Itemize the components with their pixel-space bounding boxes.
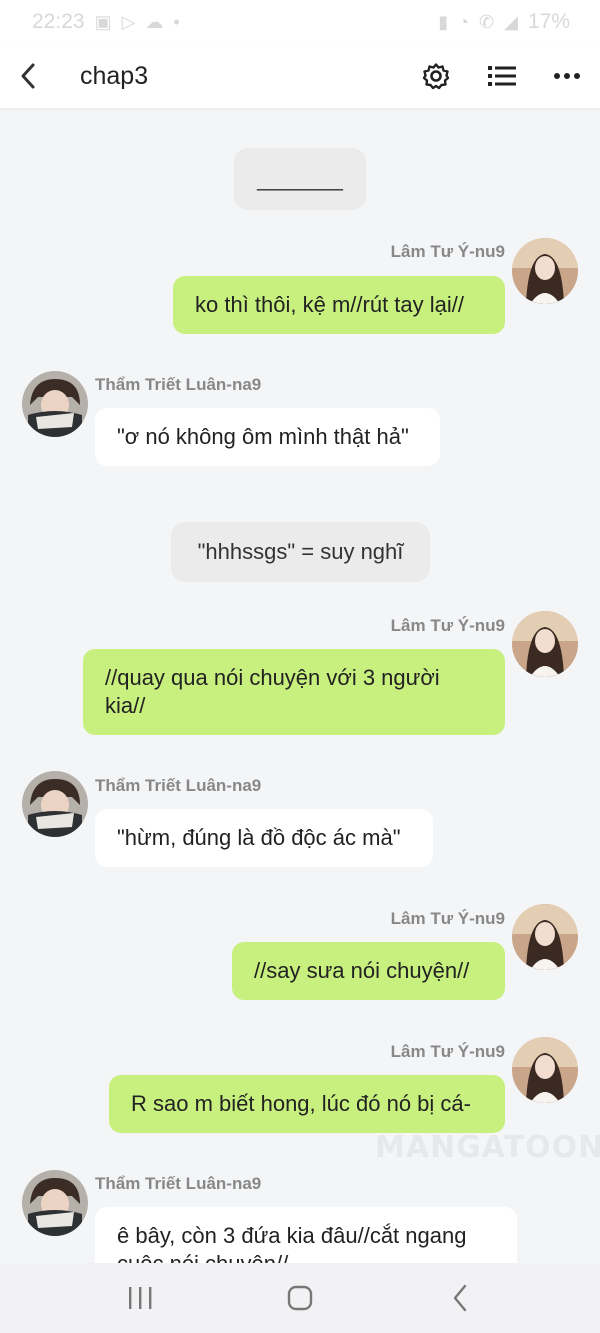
dot-icon: • bbox=[173, 11, 180, 32]
cloud-icon: ☁ bbox=[145, 11, 164, 32]
back-arrow-icon bbox=[21, 63, 35, 89]
top-bar: chap3 bbox=[0, 44, 600, 108]
message-bubble: "ơ nó không ôm mình thật hả" bbox=[95, 408, 440, 466]
wifi-icon: ◔ bbox=[458, 11, 470, 32]
page-title: chap3 bbox=[80, 62, 149, 90]
status-time: 22:23 bbox=[32, 10, 85, 33]
boy-avatar-icon bbox=[22, 371, 88, 437]
sender-name: Thẩm Triết Luân-na9 bbox=[95, 776, 262, 795]
system-back-button[interactable] bbox=[430, 1268, 490, 1328]
home-icon bbox=[287, 1285, 313, 1311]
back-chevron-icon bbox=[453, 1284, 467, 1312]
list-icon bbox=[488, 66, 516, 86]
message-text: "hừm, đúng là đồ độc ác mà" bbox=[117, 825, 401, 850]
play-icon: ▷ bbox=[121, 11, 136, 32]
avatar[interactable] bbox=[22, 371, 88, 437]
message-bubble: ko thì thôi, kệ m//rút tay lại// bbox=[173, 276, 505, 334]
girl-avatar-icon bbox=[512, 904, 578, 970]
status-left: 22:23 ▣ ▷ ☁ • bbox=[32, 10, 180, 34]
sender-name: Lâm Tư Ý-nu9 bbox=[390, 1042, 505, 1061]
status-right: ▮ ◔ ✆ ◢ 17% bbox=[438, 10, 570, 34]
avatar[interactable] bbox=[512, 904, 578, 970]
avatar[interactable] bbox=[22, 1170, 88, 1236]
watermark: MANGATOON bbox=[375, 1130, 600, 1165]
settings-button[interactable] bbox=[418, 58, 454, 94]
recent-apps-button[interactable] bbox=[110, 1268, 170, 1328]
narration-text: _______ bbox=[257, 166, 343, 191]
message-bubble: ê bây, còn 3 đứa kia đâu//cắt ngang cuộc… bbox=[95, 1207, 517, 1263]
boy-avatar-icon bbox=[22, 771, 88, 837]
gear-icon bbox=[422, 63, 450, 90]
message-text: ko thì thôi, kệ m//rút tay lại// bbox=[195, 292, 464, 317]
message-text: //quay qua nói chuyện với 3 người kia// bbox=[105, 665, 440, 718]
more-button[interactable] bbox=[549, 58, 585, 94]
chat-area[interactable]: _______ Lâm Tư Ý-nu9 ko thì thôi, kệ m//… bbox=[0, 108, 600, 1263]
message-bubble: //say sưa nói chuyện// bbox=[232, 942, 505, 1000]
girl-avatar-icon bbox=[512, 611, 578, 677]
home-button[interactable] bbox=[270, 1268, 330, 1328]
more-dots-icon bbox=[554, 73, 580, 79]
girl-avatar-icon bbox=[512, 238, 578, 304]
call-icon: ✆ bbox=[479, 11, 495, 32]
recent-apps-icon bbox=[129, 1287, 152, 1309]
message-text: ê bây, còn 3 đứa kia đâu//cắt ngang cuộc… bbox=[117, 1223, 467, 1263]
message-text: //say sưa nói chuyện// bbox=[254, 958, 470, 983]
message-bubble: R sao m biết hong, lúc đó nó bị cá- bbox=[109, 1075, 505, 1133]
chapter-list-button[interactable] bbox=[484, 58, 520, 94]
avatar[interactable] bbox=[512, 611, 578, 677]
battery-level: 17% bbox=[527, 10, 570, 33]
message-text: "ơ nó không ôm mình thật hả" bbox=[117, 424, 409, 449]
avatar[interactable] bbox=[512, 1037, 578, 1103]
narration-bubble: _______ bbox=[234, 148, 366, 210]
sender-name: Thẩm Triết Luân-na9 bbox=[95, 1174, 262, 1193]
lock-icon: ▮ bbox=[438, 11, 449, 32]
sender-name: Thẩm Triết Luân-na9 bbox=[95, 375, 262, 394]
sender-name: Lâm Tư Ý-nu9 bbox=[390, 616, 505, 635]
signal-icon: ◢ bbox=[504, 11, 518, 32]
message-bubble: //quay qua nói chuyện với 3 người kia// bbox=[83, 649, 505, 735]
sender-name: Lâm Tư Ý-nu9 bbox=[390, 242, 505, 261]
message-text: R sao m biết hong, lúc đó nó bị cá- bbox=[131, 1091, 471, 1116]
girl-avatar-icon bbox=[512, 1037, 578, 1103]
message-bubble: "hừm, đúng là đồ độc ác mà" bbox=[95, 809, 433, 867]
narration-text: "hhhssgs" = suy nghĩ bbox=[197, 539, 404, 564]
avatar[interactable] bbox=[22, 771, 88, 837]
gallery-icon: ▣ bbox=[94, 11, 112, 32]
status-bar: 22:23 ▣ ▷ ☁ • ▮ ◔ ✆ ◢ 17% bbox=[0, 0, 600, 44]
sender-name: Lâm Tư Ý-nu9 bbox=[390, 909, 505, 928]
boy-avatar-icon bbox=[22, 1170, 88, 1236]
back-button[interactable] bbox=[10, 58, 46, 94]
system-nav-bar bbox=[0, 1263, 600, 1333]
avatar[interactable] bbox=[512, 238, 578, 304]
narration-bubble: "hhhssgs" = suy nghĩ bbox=[171, 522, 430, 582]
